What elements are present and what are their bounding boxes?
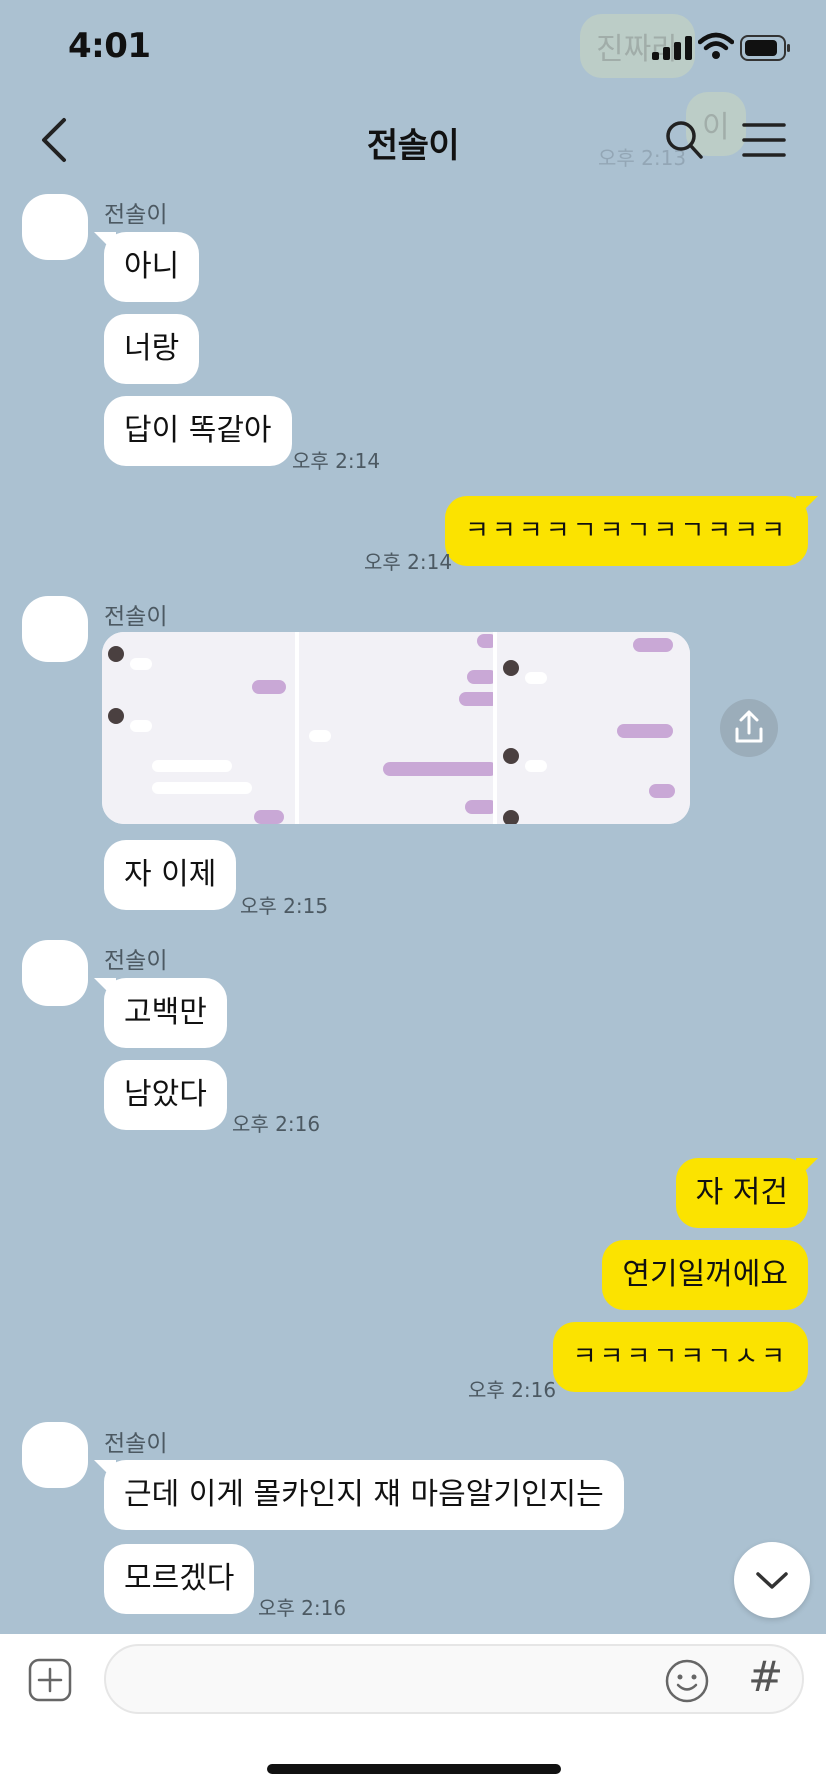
avatar[interactable] bbox=[22, 194, 88, 260]
photo-thumbnail[interactable] bbox=[102, 632, 296, 824]
message-timestamp: 오후 2:16 bbox=[468, 1378, 557, 1402]
sender-name: 전솔이 bbox=[104, 202, 168, 228]
photo-thumbnail[interactable] bbox=[299, 632, 493, 824]
share-icon[interactable] bbox=[720, 699, 778, 757]
message-bubble[interactable]: 남았다 bbox=[104, 1060, 227, 1130]
avatar[interactable] bbox=[22, 1422, 88, 1488]
message-bubble[interactable]: 모르겠다 bbox=[104, 1544, 255, 1614]
emoji-icon[interactable] bbox=[664, 1658, 710, 1704]
message-timestamp: 오후 2:15 bbox=[240, 894, 329, 918]
home-indicator bbox=[267, 1764, 561, 1774]
my-message-bubble[interactable]: ㅋㅋㅋㄱㅋㄱㅅㅋ bbox=[552, 1322, 808, 1392]
message-timestamp: 오후 2:14 bbox=[292, 449, 381, 473]
status-time: 4:01 bbox=[68, 26, 151, 66]
chevron-down-icon[interactable] bbox=[734, 1542, 810, 1618]
sender-name: 전솔이 bbox=[104, 1431, 168, 1457]
my-message-bubble[interactable]: ㅋㅋㅋㅋㄱㅋㄱㅋㄱㅋㅋㅋ bbox=[444, 496, 808, 566]
sender-name: 전솔이 bbox=[104, 948, 168, 974]
message-bubble[interactable]: 답이 똑같아 bbox=[104, 396, 292, 466]
status-bar: 4:01 진짜라 bbox=[0, 0, 826, 96]
search-icon[interactable] bbox=[664, 118, 704, 162]
message-timestamp: 오후 2:14 bbox=[364, 550, 453, 574]
my-message-bubble[interactable]: 연기일꺼에요 bbox=[602, 1240, 808, 1310]
menu-icon[interactable] bbox=[742, 120, 786, 160]
battery-icon bbox=[740, 35, 790, 61]
sender-name: 전솔이 bbox=[104, 604, 168, 630]
photo-grid[interactable] bbox=[102, 632, 690, 824]
message-bubble[interactable]: 아니 bbox=[104, 232, 200, 302]
message-bubble[interactable]: 근데 이게 몰카인지 쟤 마음알기인지는 bbox=[104, 1460, 624, 1530]
avatar[interactable] bbox=[22, 596, 88, 662]
wifi-icon bbox=[698, 32, 734, 59]
message-bubble[interactable]: 고백만 bbox=[104, 978, 227, 1048]
chat-header: 전솔이 이 오후 2:13 bbox=[0, 92, 826, 184]
message-bubble[interactable]: 너랑 bbox=[104, 314, 200, 384]
photo-thumbnail[interactable] bbox=[496, 632, 690, 824]
message-bubble[interactable]: 자 이제 bbox=[104, 840, 237, 910]
plus-icon[interactable] bbox=[28, 1658, 72, 1702]
message-timestamp: 오후 2:16 bbox=[258, 1596, 347, 1620]
input-bar: # bbox=[0, 1634, 826, 1792]
hash-icon[interactable]: # bbox=[748, 1652, 783, 1701]
avatar[interactable] bbox=[22, 940, 88, 1006]
message-timestamp: 오후 2:16 bbox=[232, 1112, 321, 1136]
my-message-bubble[interactable]: 자 저건 bbox=[675, 1158, 808, 1228]
signal-icon bbox=[652, 36, 692, 60]
